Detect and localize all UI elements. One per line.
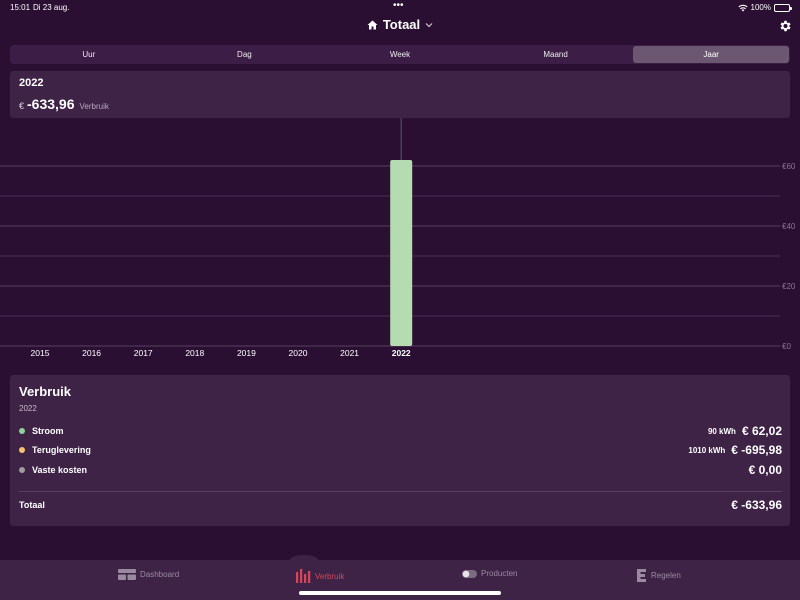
regelen-icon [637,569,647,582]
x-tick-label[interactable]: 2020 [289,348,308,358]
status-bar: 15:01 Di 23 aug. ••• 100% [0,0,800,14]
x-tick-label[interactable]: 2021 [340,348,359,358]
home-icon [367,20,378,30]
amount-label: Verbruik [79,102,109,111]
breakdown-row-teruglevering[interactable]: Teruglevering 1010 kWh € -695,98 [19,442,782,458]
nav-producten-label: Producten [481,569,518,578]
row-kwh: 1010 kWh [688,445,726,455]
y-tick-label: €0 [782,342,791,351]
breakdown-row-vaste-kosten[interactable]: Vaste kosten € 0,00 [19,462,782,478]
row-amount: € -695,98 [731,443,782,457]
x-tick-label[interactable]: 2019 [237,348,256,358]
row-kwh: 90 kWh [707,426,736,436]
breakdown-card: Verbruik 2022 Stroom 90 kWh € 62,02 Teru… [10,375,790,526]
usage-chart[interactable]: €60 €40 €20 €0 2015 2016 2017 2018 2019 2020 2021 2… [0,118,800,360]
summary-year: 2022 [19,77,44,89]
multitasking-dots[interactable]: ••• [393,1,404,11]
y-tick-label: €40 [782,222,796,231]
nav-regelen[interactable]: Regelen [637,569,681,582]
bottom-nav: Dashboard Verbruik Producten Regelen [0,555,800,600]
x-tick-label[interactable]: 2022 [392,348,411,358]
bar-chart-icon [296,569,311,583]
nav-verbruik[interactable]: Verbruik [296,569,344,583]
toggle-icon [462,569,477,578]
summary-amount: € -633,96 Verbruik [19,96,109,112]
legend-dot [19,447,25,453]
battery-percent: 100% [750,3,771,12]
chevron-down-icon [425,22,433,28]
page-title: Totaal [382,17,421,32]
row-label: Teruglevering [32,445,91,455]
page-title-selector[interactable]: Totaal [0,17,800,32]
x-tick-label[interactable]: 2017 [134,348,153,358]
home-indicator[interactable] [299,591,501,595]
x-tick-label[interactable]: 2018 [185,348,204,358]
x-tick-label[interactable]: 2016 [82,348,101,358]
total-label: Totaal [19,500,45,510]
battery-icon [774,3,792,12]
tab-maand[interactable]: Maand [478,46,634,63]
status-time: 15:01 [10,3,31,12]
row-amount: € 62,02 [741,424,782,438]
x-tick-label[interactable]: 2015 [31,348,50,358]
status-date: Di 23 aug. [33,3,70,12]
row-amount: € 0,00 [748,463,782,477]
tab-week[interactable]: Week [322,46,478,63]
divider [19,491,782,492]
gear-icon[interactable] [778,19,792,33]
row-label: Vaste kosten [32,465,88,475]
nav-dashboard[interactable]: Dashboard [118,569,179,580]
currency-sign: € [19,101,25,111]
legend-dot [19,467,25,473]
legend-dot [19,428,25,434]
nav-producten[interactable]: Producten [462,569,517,578]
period-tabs: Uur Dag Week Maand Jaar [10,45,790,64]
nav-regelen-label: Regelen [651,571,681,580]
nav-notch [290,555,318,565]
y-tick-label: €20 [782,282,796,291]
dashboard-icon [118,569,136,580]
bar-2022[interactable] [390,159,413,346]
tab-uur[interactable]: Uur [11,46,167,63]
tab-jaar[interactable]: Jaar [633,46,789,63]
summary-card: 2022 € -633,96 Verbruik [10,71,790,118]
total-row: Totaal € -633,96 [19,496,782,514]
nav-dashboard-label: Dashboard [140,570,180,579]
breakdown-row-stroom[interactable]: Stroom 90 kWh € 62,02 [19,423,782,439]
row-label: Stroom [32,426,64,436]
status-right: 100% [737,3,792,12]
total-amount: € -633,96 [731,498,782,512]
wifi-icon [737,4,748,12]
amount-value: -633,96 [27,96,75,112]
breakdown-subtitle: 2022 [19,404,37,413]
nav-verbruik-label: Verbruik [315,571,345,581]
tab-dag[interactable]: Dag [167,46,323,63]
y-tick-label: €60 [782,162,796,171]
breakdown-title: Verbruik [19,384,72,399]
chart-svg[interactable]: €60 €40 €20 €0 2015 2016 2017 2018 2019 2020 2021 2… [0,118,800,360]
